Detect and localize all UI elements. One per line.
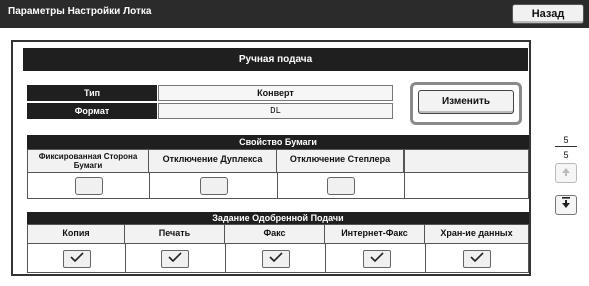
- checkmark-icon: [370, 252, 384, 263]
- approved-jobs-header: Задание Одобренной Подачи: [27, 212, 529, 224]
- print-header: Печать: [125, 225, 225, 243]
- scroll-up-button[interactable]: [555, 163, 577, 183]
- copy-header: Копия: [28, 225, 125, 243]
- staple-disable-checkbox[interactable]: [327, 177, 355, 195]
- internet-fax-header: Интернет-Факс: [325, 225, 425, 243]
- divider: [277, 173, 278, 199]
- divider: [325, 244, 326, 273]
- scroll-down-button[interactable]: [555, 195, 577, 215]
- size-label: Формат: [27, 103, 157, 119]
- divider: [425, 244, 426, 273]
- print-checkbox[interactable]: [161, 250, 189, 268]
- arrow-up-icon: [562, 168, 570, 176]
- duplex-disable-header: Отключение Дуплекса: [149, 150, 277, 172]
- back-button[interactable]: Назад: [512, 4, 584, 24]
- size-value: DL: [158, 103, 393, 119]
- checkmark-icon: [70, 252, 84, 263]
- divider: [404, 149, 405, 199]
- checkmark-icon: [168, 252, 182, 263]
- page-current: 5: [563, 135, 569, 145]
- type-value: Конверт: [158, 85, 393, 101]
- data-storage-checkbox[interactable]: [463, 250, 491, 268]
- fax-checkbox[interactable]: [262, 250, 290, 268]
- staple-disable-header: Отключение Степлера: [277, 150, 404, 172]
- fixed-side-checkbox[interactable]: [75, 177, 103, 195]
- data-storage-header: Хран-ие данных: [425, 225, 528, 243]
- divider: [225, 244, 226, 273]
- type-label: Тип: [27, 85, 157, 101]
- arrow-down-icon: [562, 197, 570, 208]
- duplex-disable-checkbox[interactable]: [200, 177, 228, 195]
- checkmark-icon: [470, 252, 484, 263]
- manual-feed-header: Ручная подача: [23, 48, 528, 71]
- page-divider: [555, 146, 577, 147]
- divider: [149, 173, 150, 199]
- screen-title: Параметры Настройки Лотка: [8, 6, 152, 17]
- fax-header: Факс: [225, 225, 325, 243]
- copy-checkbox[interactable]: [63, 250, 91, 268]
- divider: [125, 244, 126, 273]
- checkmark-icon: [269, 252, 283, 263]
- fixed-side-header: Фиксированная Сторона Бумаги: [28, 150, 149, 172]
- change-button[interactable]: Изменить: [418, 90, 514, 114]
- paper-property-header: Свойство Бумаги: [27, 135, 529, 149]
- page-total: 5: [563, 150, 569, 160]
- internet-fax-checkbox[interactable]: [363, 250, 391, 268]
